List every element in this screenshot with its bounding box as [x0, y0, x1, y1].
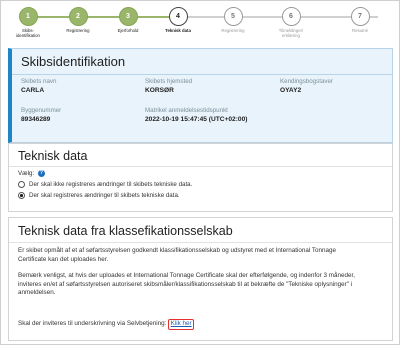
registration-time-field: Matrikel anmeldelsestidspunkt 2022-10-19… [145, 107, 247, 123]
call-sign-field: Kendingsbogstaver OYAY2 [280, 78, 333, 94]
ship-name-value: CARLA [21, 87, 45, 94]
divider [9, 242, 392, 243]
step-label: Registrering [66, 28, 90, 33]
step-1[interactable]: 1 Skibs- identifikation [1, 7, 55, 38]
choose-row: Vælg: ? [18, 170, 45, 177]
build-number-label: Byggenummer [21, 107, 62, 114]
home-port-value: KORSØR [145, 87, 174, 94]
step-label: Skibs- identifikation [16, 28, 40, 38]
step-label: Teknisk data [165, 28, 191, 33]
call-sign-label: Kendingsbogstaver [280, 78, 333, 85]
page-frame: 1 Skibs- identifikation 2 Registrering 3… [0, 0, 400, 345]
step-label: Resumé [351, 28, 368, 33]
step-3[interactable]: 3 Ejerforhold [101, 7, 155, 33]
radio-label: Der skal registreres ændringer til skibe… [29, 192, 180, 199]
step-label: Tilmeldinger/ erklæring [278, 28, 304, 38]
step-number: 3 [118, 7, 138, 26]
radio-label: Der skal ikke registreres ændringer til … [29, 181, 193, 188]
radio-register-changes[interactable]: Der skal registreres ændringer til skibe… [18, 192, 180, 199]
build-number-field: Byggenummer 89346289 [21, 107, 61, 123]
radio-button[interactable] [18, 181, 25, 188]
ship-identification-panel: Skibsidentifikation Skibets navn CARLA S… [8, 48, 393, 143]
step-label: Registrering [221, 28, 245, 33]
classification-paragraph-2: Bemærk venligst, at hvis der uploades et… [18, 272, 355, 297]
home-port-field: Skibets hjemsted KORSØR [145, 78, 192, 94]
step-2[interactable]: 2 Registrering [51, 7, 105, 33]
ship-name-field: Skibets navn CARLA [21, 78, 56, 94]
registration-time-label: Matrikel anmeldelsestidspunkt [145, 107, 228, 114]
home-port-label: Skibets hjemsted [145, 78, 193, 85]
technical-data-panel: Teknisk data Vælg: ? Der skal ikke regis… [8, 143, 393, 212]
step-number: 6 [281, 7, 301, 26]
progress-stepper: 1 Skibs- identifikation 2 Registrering 3… [1, 7, 400, 41]
step-6: 6 Tilmeldinger/ erklæring [264, 7, 318, 38]
radio-no-changes[interactable]: Der skal ikke registreres ændringer til … [18, 181, 192, 188]
help-icon[interactable]: ? [37, 170, 45, 177]
radio-button-selected[interactable] [18, 192, 25, 199]
classification-paragraph-1: Er skibet opmålt af et af søfartsstyrels… [18, 247, 337, 263]
invite-link[interactable]: Klik her [168, 319, 195, 330]
step-number: 1 [18, 7, 38, 26]
classification-title: Teknisk data fra klassefikationsselskab [18, 224, 233, 238]
ship-name-label: Skibets navn [21, 78, 57, 85]
ship-identification-title: Skibsidentifikation [21, 54, 126, 69]
divider [9, 166, 392, 167]
invite-text: Skal der inviteres til underskrivning vi… [18, 320, 167, 327]
call-sign-value: OYAY2 [280, 87, 302, 94]
registration-time-value: 2022-10-19 15:47:45 (UTC+02:00) [145, 116, 248, 123]
step-number: 5 [223, 7, 243, 26]
technical-data-title: Teknisk data [18, 149, 88, 163]
step-number: 4 [168, 7, 188, 26]
step-number: 7 [350, 7, 370, 26]
step-7: 7 Resumé [333, 7, 387, 33]
step-label: Ejerforhold [117, 28, 139, 33]
step-number: 2 [68, 7, 88, 26]
build-number-value: 89346289 [21, 116, 51, 123]
step-4[interactable]: 4 Teknisk data [151, 7, 205, 33]
divider [12, 74, 392, 75]
step-5: 5 Registrering [206, 7, 260, 33]
classification-panel: Teknisk data fra klassefikationsselskab … [8, 217, 393, 341]
invite-row: Skal der inviteres til underskrivning vi… [18, 319, 363, 330]
choose-label: Vælg: [18, 170, 35, 178]
